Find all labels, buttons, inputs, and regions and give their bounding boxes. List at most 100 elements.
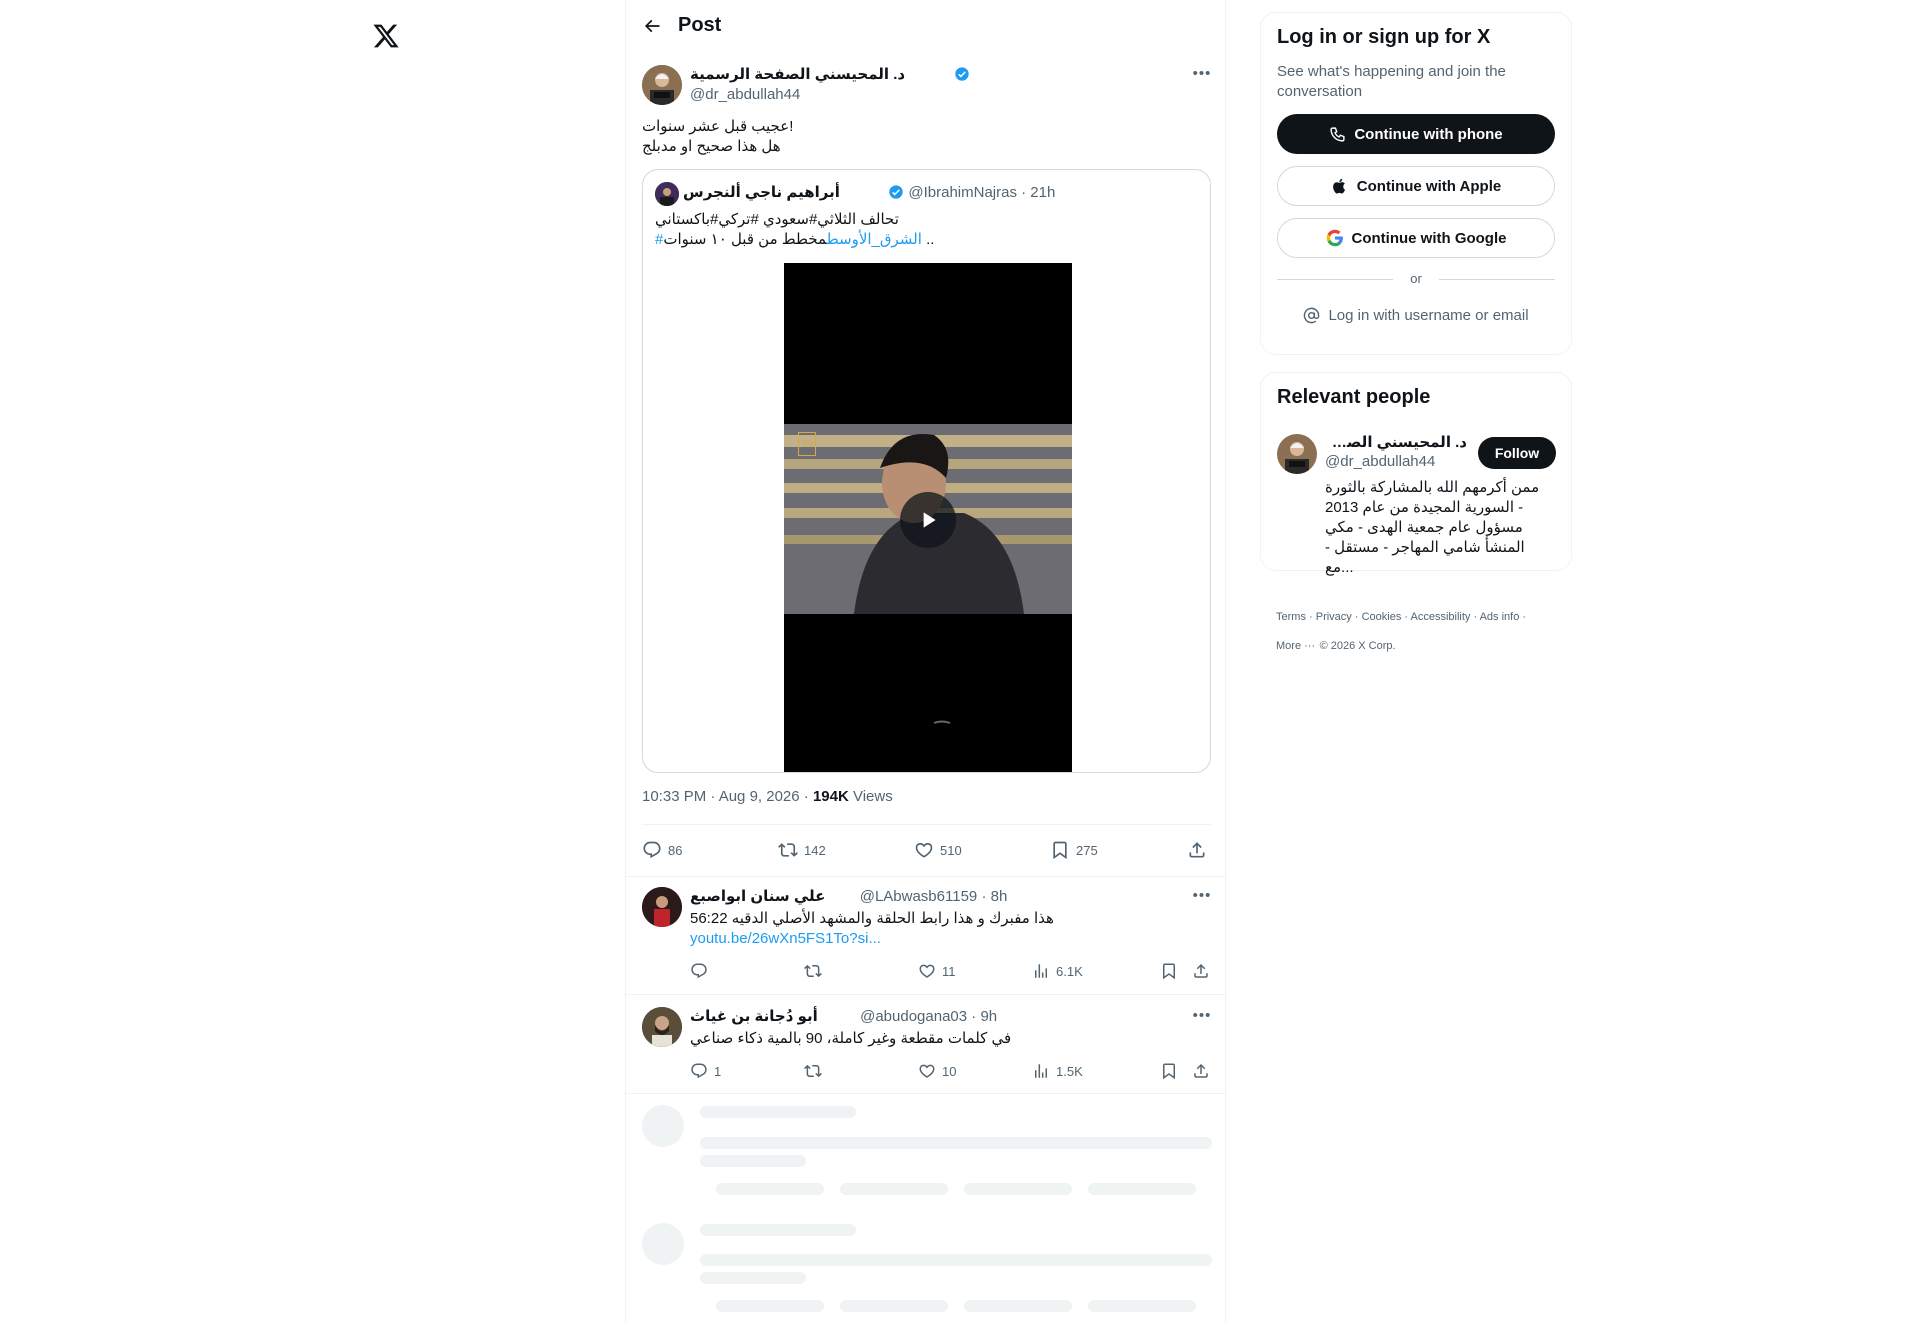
share-button[interactable] [1192, 1062, 1210, 1080]
quote-time: · 21h [1021, 184, 1056, 201]
like-button[interactable]: 510 [914, 840, 962, 860]
reply-author-handle[interactable]: @LAbwasb61159 [860, 888, 978, 905]
relevant-name[interactable]: د. المحيسني الصفحة الرسمية [1325, 433, 1467, 451]
views-icon [1035, 964, 1047, 978]
share-button[interactable] [1187, 840, 1207, 860]
terms-link[interactable]: Terms [1276, 611, 1306, 623]
phone-button-label: Continue with phone [1354, 125, 1503, 143]
privacy-link[interactable]: Privacy [1316, 611, 1352, 623]
skeleton-line [964, 1300, 1072, 1312]
reply-author-name[interactable]: علي سنان ابواصبع [690, 888, 825, 905]
like-button[interactable]: 11 [918, 962, 956, 980]
reply-text: هذا مفبرك و هذا رابط الحلقة والمشهد الأص… [690, 910, 1054, 927]
continue-with-apple-button[interactable]: Continue with Apple [1277, 166, 1555, 206]
views-button[interactable]: 6.1K [1032, 962, 1083, 980]
phone-icon [1330, 126, 1345, 142]
back-arrow-icon[interactable] [642, 16, 662, 36]
more-link[interactable]: More ··· [1276, 640, 1315, 652]
reply-author-name[interactable]: أبو دُجانة بن غياث [690, 1008, 818, 1025]
reply-icon [643, 841, 661, 859]
reply-time[interactable]: · 9h [971, 1008, 997, 1025]
reply-link[interactable]: youtu.be/26wXn5FS1To?si... [690, 929, 881, 949]
reply-button[interactable] [690, 962, 714, 980]
like-count: 11 [942, 963, 956, 979]
more-options-icon[interactable]: ••• [1192, 63, 1212, 83]
repost-icon [778, 843, 798, 857]
repost-button[interactable] [804, 1062, 822, 1080]
ads-info-link[interactable]: Ads info [1480, 611, 1520, 623]
avatar[interactable] [642, 65, 682, 105]
reply-text: في كلمات مقطعة وغير كاملة، 90 بالمية ذكا… [690, 1030, 1012, 1047]
reply-button[interactable]: 1 [690, 1062, 721, 1080]
at-sign-icon [1304, 307, 1320, 324]
views-icon [1035, 1064, 1047, 1078]
skeleton-line [840, 1300, 948, 1312]
google-icon [1326, 229, 1343, 247]
reply-count: 86 [668, 842, 683, 858]
skeleton-avatar [642, 1223, 684, 1265]
accessibility-link[interactable]: Accessibility [1411, 611, 1471, 623]
bio-line: السورية المجيدة من عام 2013 - [1325, 499, 1524, 516]
divider [626, 994, 1226, 995]
bio-line: المنشأ شامي المهاجر - مستقل - مع... [1325, 539, 1525, 576]
repost-button[interactable] [804, 962, 822, 980]
footer-links: Terms · Privacy · Cookies · Accessibilit… [1276, 611, 1527, 652]
repost-count: 142 [804, 842, 826, 858]
divider [642, 824, 1211, 825]
repost-button[interactable]: 142 [778, 840, 826, 860]
bookmark-button[interactable]: 275 [1050, 840, 1098, 860]
play-button[interactable] [900, 492, 956, 548]
copyright: © 2026 X Corp. [1319, 640, 1396, 652]
quote-author-handle: @IbrahimNajras [908, 184, 1017, 201]
reply-author[interactable]: أبو دُجانة بن غياث @abudogana03 · 9h [690, 1007, 997, 1025]
views-button[interactable]: 1.5K [1032, 1062, 1083, 1080]
login-username-link[interactable]: Log in with username or email [1277, 307, 1555, 324]
skeleton-line [964, 1183, 1072, 1195]
views-count: 1.5K [1056, 1063, 1083, 1079]
reply-icon [691, 1063, 707, 1079]
more-options-icon[interactable]: ••• [1192, 1005, 1212, 1025]
post-text-line: عجيب قبل عشر سنوات! [642, 118, 794, 135]
author-name[interactable]: د. المحيسني الصفحة الرسمية [690, 66, 905, 83]
more-options-icon[interactable]: ••• [1192, 885, 1212, 905]
post-author[interactable]: د. المحيسني الصفحة الرسمية [690, 65, 970, 84]
relevant-handle[interactable]: @dr_abdullah44 [1325, 453, 1435, 470]
verified-badge-icon [888, 184, 904, 200]
like-count: 510 [940, 842, 962, 858]
cookies-link[interactable]: Cookies [1362, 611, 1402, 623]
relevant-bio: ممن أكرمهم الله بالمشاركة بالثورة السوري… [1325, 478, 1555, 578]
quote-author: أبراهيم ناجي ألنجرس @IbrahimNajras · 21h [683, 183, 1055, 201]
relevant-people-card: Relevant people د. المحيسني الصفحة الرسم… [1260, 372, 1572, 576]
heart-icon [919, 1064, 935, 1078]
avatar[interactable] [642, 887, 682, 927]
reply-button[interactable]: 86 [642, 840, 682, 860]
follow-button[interactable]: Follow [1478, 437, 1556, 469]
skeleton-line [700, 1137, 1212, 1149]
bookmark-button[interactable] [1160, 1062, 1178, 1080]
reply-author[interactable]: علي سنان ابواصبع @LAbwasb61159 · 8h [690, 887, 1007, 905]
bio-line: ممن أكرمهم الله بالمشاركة بالثورة [1325, 479, 1540, 496]
post-meta: 10:33 PM · Aug 9, 2026 · 194K Views [642, 788, 893, 805]
video-player[interactable]: Yo [784, 263, 1072, 772]
share-button[interactable] [1192, 962, 1210, 980]
reply-author-handle[interactable]: @abudogana03 [860, 1008, 967, 1025]
avatar[interactable] [642, 1007, 682, 1047]
bookmark-button[interactable] [1160, 962, 1178, 980]
continue-with-google-button[interactable]: Continue with Google [1277, 218, 1555, 258]
divider [626, 876, 1226, 877]
login-label: Log in with username or email [1328, 307, 1529, 324]
verified-badge-icon [954, 66, 970, 82]
skeleton-line [700, 1106, 856, 1118]
like-button[interactable]: 10 [918, 1062, 956, 1080]
x-logo-icon[interactable] [372, 22, 400, 50]
heart-icon [915, 842, 933, 858]
avatar[interactable] [1277, 434, 1317, 474]
reply-icon [691, 963, 707, 979]
continue-with-phone-button[interactable]: Continue with phone [1277, 114, 1555, 154]
reply-time[interactable]: · 8h [981, 888, 1007, 905]
views-label: Views [848, 788, 893, 805]
skeleton-line [700, 1224, 856, 1236]
quoted-post[interactable]: أبراهيم ناجي ألنجرس @IbrahimNajras · 21h… [642, 169, 1211, 773]
post-timestamp[interactable]: 10:33 PM · Aug 9, 2026 · [642, 788, 813, 805]
author-handle[interactable]: @dr_abdullah44 [690, 86, 800, 103]
